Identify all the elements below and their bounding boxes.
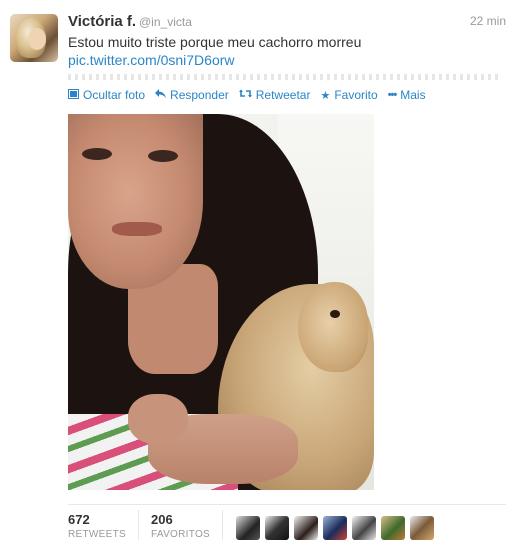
stats-separator [138,510,139,540]
favoriter-avatar[interactable] [352,516,376,540]
user-handle[interactable]: @in_victa [139,15,192,29]
tweet-photo-link[interactable]: pic.twitter.com/0sni7D6orw [68,52,235,68]
star-icon: ★ [320,89,331,102]
favoriter-avatar[interactable] [236,516,260,540]
favoriter-avatar[interactable] [265,516,289,540]
retweets-stat[interactable]: 672 RETWEETS [68,512,126,540]
favoriter-avatar[interactable] [410,516,434,540]
tweet-photo[interactable] [68,114,374,490]
reply-label: Responder [170,88,229,102]
faint-divider [68,74,498,80]
favorites-count: 206 [151,512,173,527]
photo-mouth [112,222,162,236]
tweet-timestamp[interactable]: 22 min [470,14,506,28]
more-action[interactable]: ••• Mais [388,88,426,102]
hide-photo-label: Ocultar foto [83,88,146,102]
photo-dog-head [298,282,368,372]
retweet-label: Retweetar [255,88,311,102]
more-label: Mais [400,88,426,102]
favoriter-avatar[interactable] [323,516,347,540]
photo-eye-right [148,150,178,162]
reply-action[interactable]: Responder [155,88,229,102]
stats-separator [222,510,223,540]
user-avatar[interactable] [10,14,58,62]
stats-divider [68,504,506,505]
favorite-label: Favorito [334,88,378,102]
favorites-stat[interactable]: 206 FAVORITOS [151,512,210,540]
photo-hand [128,394,188,444]
tweet-actions: Ocultar foto Responder Retweetar ★ Favor… [68,88,426,102]
more-icon: ••• [387,89,398,101]
photo-dog-eye [330,310,340,318]
avatar-face [28,28,46,50]
retweet-action[interactable]: Retweetar [238,88,311,102]
retweets-count: 672 [68,512,90,527]
favoriter-avatar[interactable] [381,516,405,540]
favoriter-avatar[interactable] [294,516,318,540]
photo-icon [68,88,79,102]
favorites-label: FAVORITOS [151,529,211,540]
photo-face [68,114,203,289]
tweet-text: Estou muito triste porque meu cachorro m… [68,34,362,50]
retweets-label: RETWEETS [68,529,126,540]
hide-photo-action[interactable]: Ocultar foto [68,88,145,102]
user-name[interactable]: Victória f. [68,13,136,30]
favorite-action[interactable]: ★ Favorito [320,88,377,102]
photo-eye-left [82,148,112,160]
reply-icon [155,89,167,101]
retweet-icon [238,89,252,101]
